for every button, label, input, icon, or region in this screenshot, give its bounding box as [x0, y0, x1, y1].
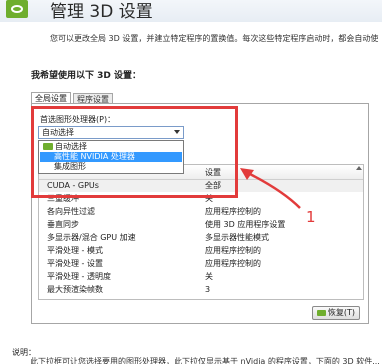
annotation-number: 1	[306, 208, 316, 226]
annotation-arrow	[240, 168, 301, 209]
